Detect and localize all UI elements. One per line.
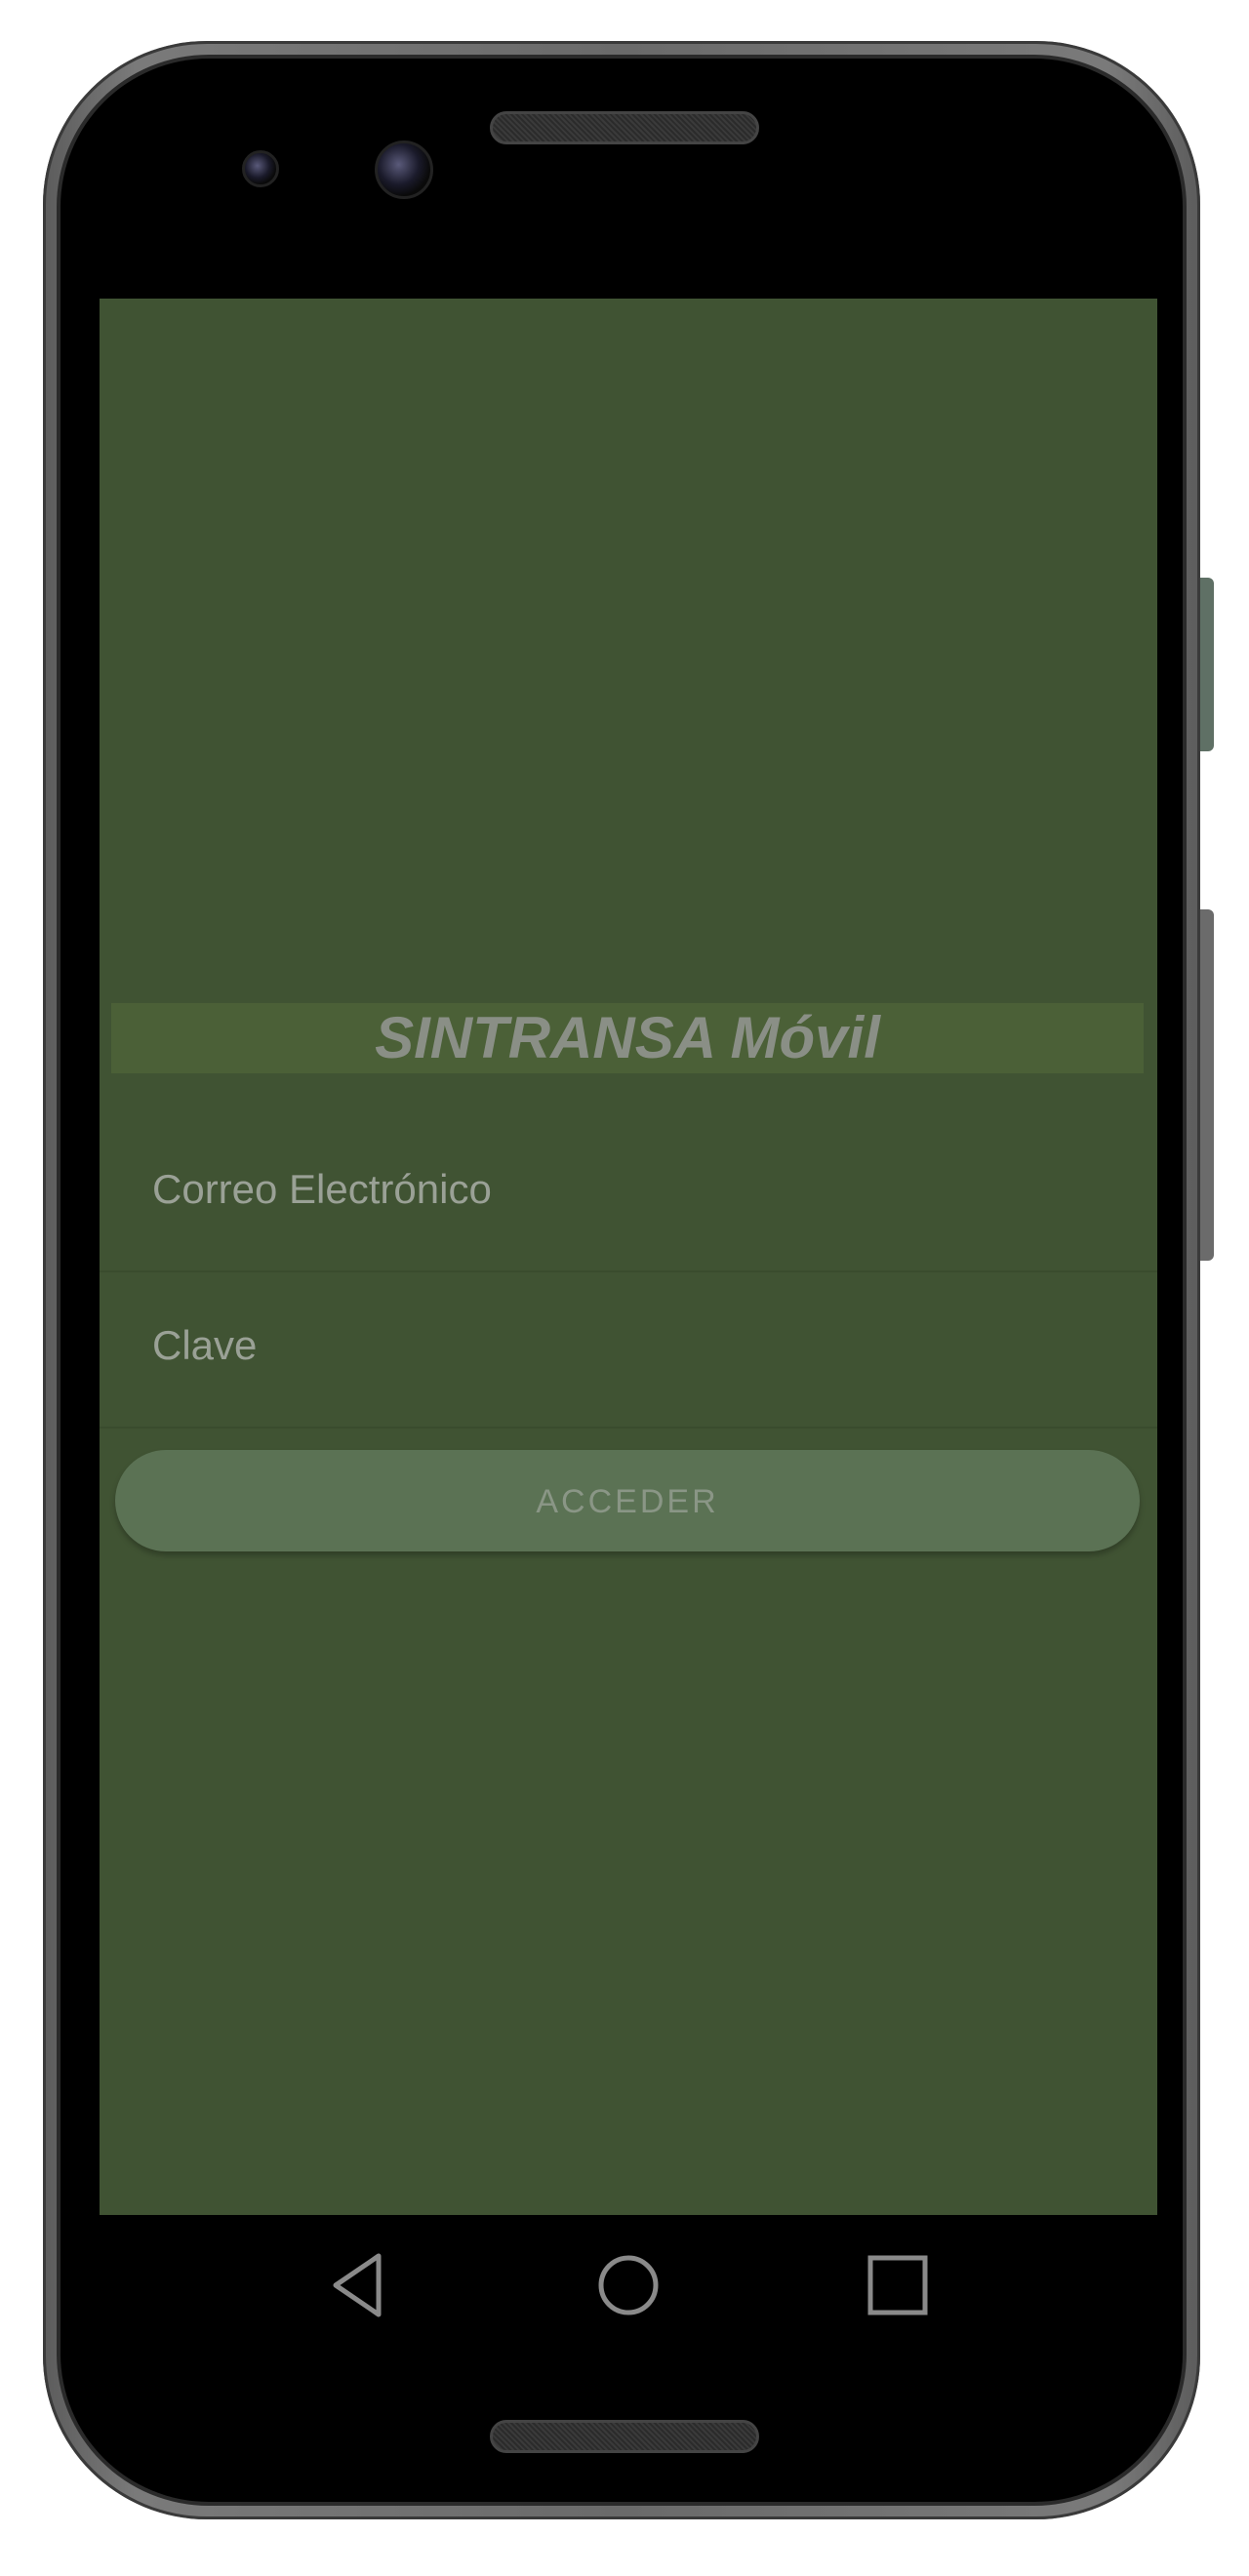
password-input[interactable] (150, 1311, 1107, 1380)
back-button[interactable] (322, 2246, 400, 2324)
email-input[interactable] (150, 1155, 1107, 1224)
front-camera (375, 141, 433, 199)
app-screen: SINTRANSA Móvil ACCEDER (100, 299, 1157, 2215)
power-button (1200, 578, 1214, 751)
home-button[interactable] (589, 2246, 667, 2324)
email-field-container (100, 1126, 1157, 1272)
back-triangle-icon (333, 2253, 382, 2317)
home-circle-icon (598, 2255, 659, 2315)
volume-button (1200, 909, 1214, 1261)
recent-apps-button[interactable] (859, 2246, 937, 2324)
title-bar: SINTRANSA Móvil (111, 1003, 1144, 1073)
app-title: SINTRANSA Móvil (375, 1005, 880, 1070)
navigation-bar (100, 2215, 1157, 2352)
bottom-speaker (490, 2420, 759, 2453)
login-button[interactable]: ACCEDER (115, 1450, 1140, 1551)
earpiece-speaker (490, 111, 759, 144)
recent-apps-square-icon (867, 2255, 928, 2315)
password-field-container (100, 1282, 1157, 1429)
front-sensor (242, 150, 279, 187)
